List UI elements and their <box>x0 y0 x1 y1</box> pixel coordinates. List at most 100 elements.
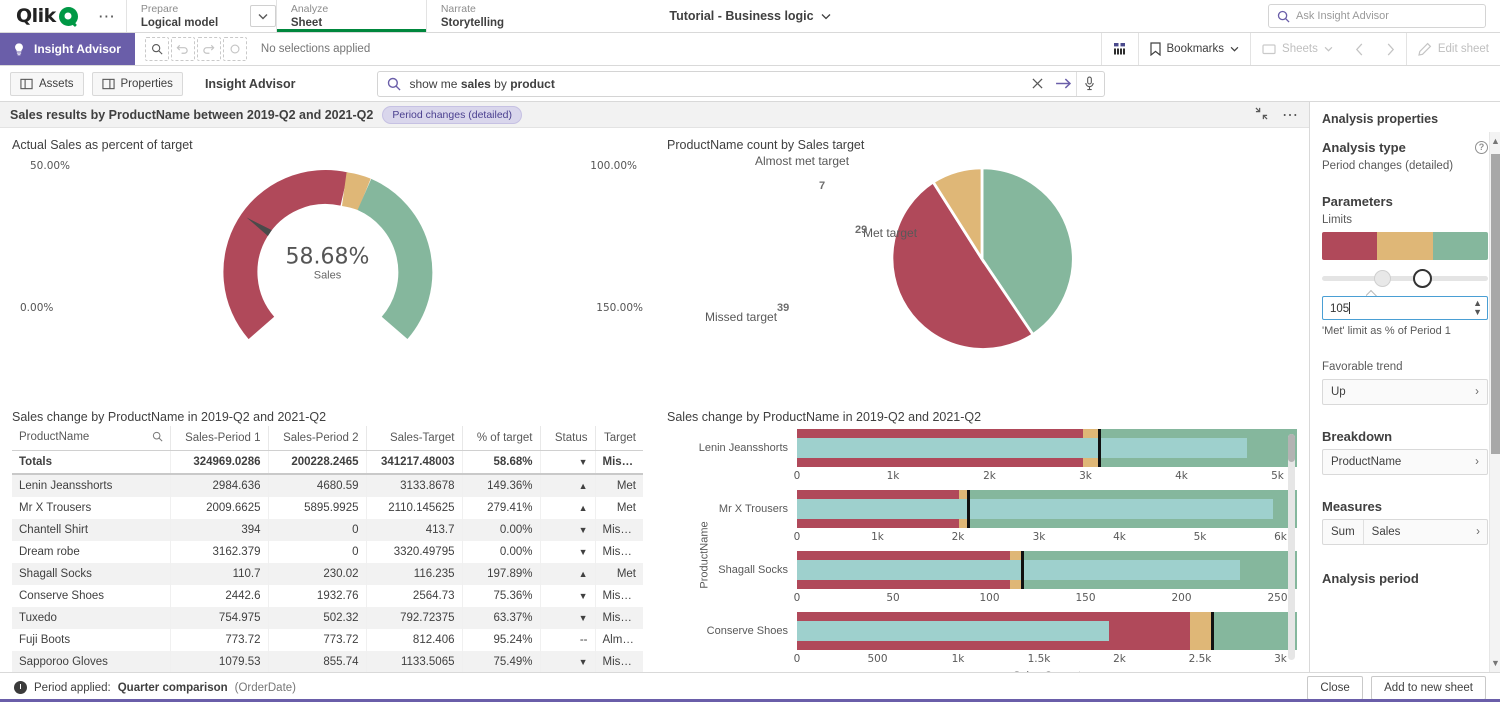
bullet-scrollbar[interactable] <box>1288 434 1295 660</box>
axis-tick: 500 <box>867 653 887 665</box>
cell-pct: 0.00% <box>462 519 540 541</box>
limits-label: Limits <box>1322 214 1488 226</box>
gauge-tick-0: 0.00% <box>20 302 53 314</box>
cell-status <box>540 585 595 607</box>
measure-item[interactable]: Sum Sales › <box>1322 519 1488 545</box>
cell-target: 3320.49795 <box>366 541 462 563</box>
insight-advisor-button[interactable]: Insight Advisor <box>0 33 135 65</box>
column-search-icon[interactable] <box>152 431 163 445</box>
panel-scrollbar-thumb[interactable] <box>1491 154 1500 454</box>
sheets-button[interactable]: Sheets <box>1250 33 1344 65</box>
close-button[interactable]: Close <box>1307 676 1363 700</box>
scroll-up-icon[interactable]: ▲ <box>1490 132 1500 150</box>
breakdown-select[interactable]: ProductName › <box>1322 449 1488 475</box>
cell-target: 3133.8678 <box>366 474 462 497</box>
slider-knob-lower[interactable] <box>1374 270 1391 287</box>
bullet-track <box>797 429 1297 467</box>
slider-knob-upper[interactable] <box>1413 269 1432 288</box>
gauge-title: Actual Sales as percent of target <box>12 138 643 152</box>
bullet-chart-cell[interactable]: Sales change by ProductName in 2019-Q2 a… <box>655 400 1309 672</box>
submit-search-icon[interactable] <box>1050 72 1076 96</box>
spinner-arrows-icon[interactable]: ▲▼ <box>1473 299 1482 317</box>
clear-search-icon[interactable] <box>1024 72 1050 96</box>
pie-chart-cell[interactable]: ProductName count by Sales target Met ta… <box>655 128 1309 400</box>
insight-search-bar[interactable]: show me sales by product <box>377 71 1105 97</box>
panel-scrollbar[interactable]: ▲ ▼ <box>1489 132 1500 672</box>
gauge-chart-cell[interactable]: Actual Sales as percent of target <box>0 128 655 400</box>
assets-icon <box>20 78 33 90</box>
table-row[interactable]: Fuji Boots773.72773.72812.40695.24%--Alm… <box>12 629 643 651</box>
bullet-row[interactable]: Lenin Jeansshorts <box>669 426 1297 470</box>
redo-icon[interactable] <box>197 37 221 61</box>
table-row[interactable]: Chantell Shirt3940413.70.00%Missed <box>12 519 643 541</box>
col-sales-period-1[interactable]: Sales-Period 1 <box>170 426 268 451</box>
edit-sheet-button[interactable]: Edit sheet <box>1406 33 1500 65</box>
chevron-down-icon[interactable] <box>250 5 276 27</box>
scroll-down-icon[interactable]: ▼ <box>1490 654 1500 672</box>
tooltip-arrow-icon <box>1366 289 1378 296</box>
sheet-grid-button[interactable] <box>1101 33 1138 65</box>
analysis-type-heading: Analysis type ? <box>1322 140 1488 155</box>
favorable-trend-select[interactable]: Up › <box>1322 379 1488 405</box>
sales-change-table[interactable]: ProductName Sales-Period 1 Sales-Period … <box>12 426 643 672</box>
nav-narrate[interactable]: Narrate Storytelling <box>426 0 566 32</box>
insight-advisor-toolbar: Assets Properties Insight Advisor show m… <box>0 66 1500 102</box>
previous-sheet-button[interactable] <box>1344 33 1375 65</box>
limit-spinner[interactable]: 105 ▲▼ <box>1322 296 1488 320</box>
assets-label: Assets <box>39 78 74 90</box>
bullet-row[interactable]: Mr X Trousers <box>669 487 1297 531</box>
more-options-icon[interactable]: ⋯ <box>1282 105 1299 125</box>
clear-selections-icon[interactable] <box>223 37 247 61</box>
col-status[interactable]: Status <box>540 426 595 451</box>
gauge-tick-150: 150.00% <box>596 302 643 314</box>
nav-prepare[interactable]: Prepare Logical model <box>126 0 236 32</box>
analysis-period-heading: Analysis period <box>1322 571 1488 586</box>
analysis-properties-panel: Analysis properties Analysis type ? Peri… <box>1310 102 1500 672</box>
table-row[interactable]: Conserve Shoes2442.61932.762564.7375.36%… <box>12 585 643 607</box>
cell-target-label: Missed <box>595 585 643 607</box>
table-row[interactable]: Lenin Jeansshorts2984.6364680.593133.867… <box>12 474 643 497</box>
cell-target-label: Met <box>595 497 643 519</box>
table-row[interactable]: Dream robe3162.37903320.497950.00%Missed <box>12 541 643 563</box>
ellipsis-icon[interactable]: ⋯ <box>88 0 126 32</box>
cell-target-label: Almost <box>595 629 643 651</box>
add-to-new-sheet-button[interactable]: Add to new sheet <box>1371 676 1486 700</box>
axis-tick: 100 <box>979 592 999 604</box>
bookmarks-button[interactable]: Bookmarks <box>1138 33 1251 65</box>
limit-input-value[interactable]: 105 <box>1330 302 1473 315</box>
bullet-track <box>797 612 1297 650</box>
microphone-icon[interactable] <box>1076 72 1102 96</box>
table-row[interactable]: Mr X Trousers2009.66255895.99252110.1456… <box>12 497 643 519</box>
chevron-right-icon: › <box>1476 520 1487 544</box>
search-input-value[interactable]: show me sales by product <box>409 77 1024 91</box>
col-pct-of-target[interactable]: % of target <box>462 426 540 451</box>
next-sheet-button[interactable] <box>1375 33 1406 65</box>
bullet-row[interactable]: Shagall Socks <box>669 548 1297 592</box>
pie-title: ProductName count by Sales target <box>667 138 1297 152</box>
bullet-row[interactable]: Conserve Shoes <box>669 609 1297 653</box>
ask-insight-advisor-input[interactable]: Ask Insight Advisor <box>1268 4 1486 28</box>
assets-button[interactable]: Assets <box>10 72 84 96</box>
table-row[interactable]: Tuxedo754.975502.32792.7237563.37%Missed <box>12 607 643 629</box>
data-table-cell[interactable]: Sales change by ProductName in 2019-Q2 a… <box>0 400 655 672</box>
collapse-icon[interactable] <box>1255 107 1268 123</box>
totals-row: Totals 324969.0286 200228.2465 341217.48… <box>12 451 643 475</box>
bullet-scrollbar-thumb[interactable] <box>1288 434 1295 462</box>
col-sales-target[interactable]: Sales-Target <box>366 426 462 451</box>
table-row[interactable]: Shagall Socks110.7230.02116.235197.89%Me… <box>12 563 643 585</box>
undo-icon[interactable] <box>171 37 195 61</box>
help-icon[interactable]: ? <box>1475 141 1488 154</box>
selection-search-icon[interactable] <box>145 37 169 61</box>
table-row[interactable]: Sapporoo Gloves1079.53855.741133.506575.… <box>12 651 643 672</box>
analysis-type-badge: Period changes (detailed) <box>382 106 522 124</box>
col-sales-period-2[interactable]: Sales-Period 2 <box>268 426 366 451</box>
col-target[interactable]: Target <box>595 426 643 451</box>
cell-target-label: Met <box>595 563 643 585</box>
nav-analyze[interactable]: Analyze Sheet <box>276 0 426 32</box>
pie-label-met: Met target <box>863 226 917 240</box>
limits-slider[interactable] <box>1322 268 1488 288</box>
properties-button[interactable]: Properties <box>92 72 183 96</box>
qlik-logo[interactable]: Qlik <box>0 0 88 32</box>
col-productname[interactable]: ProductName <box>12 426 170 451</box>
axis-tick: 200 <box>1171 592 1191 604</box>
